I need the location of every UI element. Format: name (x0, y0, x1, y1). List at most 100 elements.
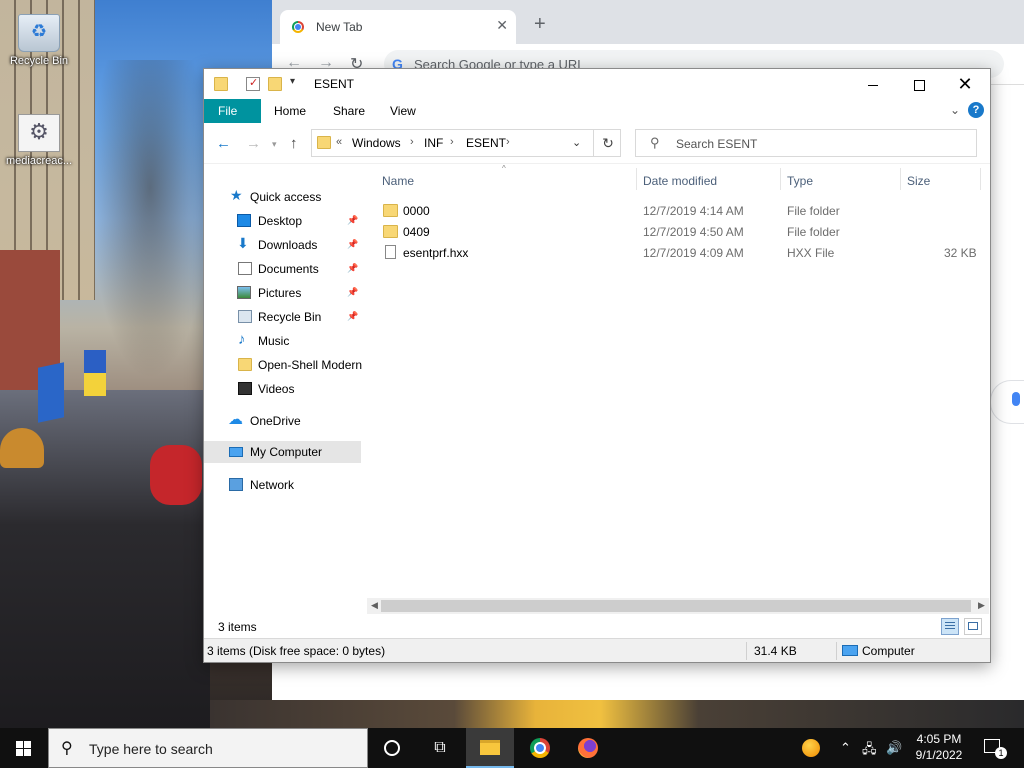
up-arrow-icon[interactable]: ↑ (290, 135, 298, 152)
forward-arrow-icon[interactable]: → (246, 135, 261, 152)
horizontal-scrollbar[interactable]: ◀ ▶ (367, 598, 989, 614)
chevron-right-icon[interactable]: › (506, 136, 510, 148)
pin-icon[interactable]: 📌 (347, 263, 358, 274)
column-divider[interactable] (780, 168, 781, 190)
address-bar[interactable]: « Windows › INF › ESENT › ⌄ ↻ (311, 129, 621, 157)
breadcrumb-inf[interactable]: INF (424, 136, 443, 150)
sidebar-item-documents[interactable]: Documents 📌 (204, 258, 361, 280)
file-type: File folder (787, 225, 840, 239)
close-tab-icon[interactable]: ✕ (496, 17, 508, 34)
scroll-right-icon[interactable]: ▶ (978, 600, 985, 611)
sidebar-item-my-computer[interactable]: My Computer (204, 441, 361, 463)
sidebar-item-onedrive[interactable]: ☁ OneDrive (204, 410, 361, 432)
breadcrumb-windows[interactable]: Windows (352, 136, 401, 150)
chrome-tab-new-tab[interactable]: New Tab ✕ (280, 10, 516, 44)
network-icon (229, 478, 243, 491)
chevron-right-icon[interactable]: › (410, 136, 414, 148)
sidebar-item-recycle-bin[interactable]: Recycle Bin 📌 (204, 306, 361, 328)
sidebar-item-network[interactable]: Network (204, 474, 361, 496)
folder-icon (238, 358, 252, 371)
breadcrumb-esent[interactable]: ESENT (466, 136, 506, 150)
tray-app-icon[interactable] (802, 739, 820, 757)
taskbar-file-explorer[interactable] (466, 728, 514, 768)
minimize-button[interactable] (850, 69, 896, 99)
volume-icon[interactable]: 🔊 (886, 740, 902, 756)
help-button[interactable]: ? (968, 102, 984, 118)
tab-share[interactable]: Share (319, 99, 379, 123)
sidebar-item-label: Music (258, 334, 290, 348)
sort-ascending-icon: ^ (502, 164, 506, 173)
back-arrow-icon[interactable]: ← (216, 135, 231, 152)
address-overflow[interactable]: « (336, 136, 342, 148)
sidebar-item-desktop[interactable]: Desktop 📌 (204, 210, 361, 232)
minimize-icon (868, 84, 878, 86)
properties-icon[interactable] (246, 76, 260, 91)
sidebar-item-downloads[interactable]: ⬇ Downloads 📌 (204, 234, 361, 256)
column-divider[interactable] (980, 168, 981, 190)
pin-icon[interactable]: 📌 (347, 311, 358, 322)
maximize-button[interactable] (896, 69, 942, 99)
pin-icon[interactable]: 📌 (347, 239, 358, 250)
address-history-chevron-icon[interactable]: ⌄ (572, 136, 581, 149)
search-input[interactable]: ⚲ Search ESENT (635, 129, 977, 157)
chrome-tab-strip: New Tab ✕ + (272, 0, 1024, 44)
taskbar-search-input[interactable]: ⚲ Type here to search (48, 728, 368, 768)
column-header-type[interactable]: Type (787, 166, 813, 192)
background-tree (90, 60, 210, 380)
details-view-button[interactable] (941, 618, 959, 635)
new-tab-button[interactable]: + (534, 14, 546, 34)
column-divider[interactable] (636, 168, 637, 190)
selection-size: 31.4 KB (754, 644, 797, 658)
sidebar-item-label: Recycle Bin (258, 310, 322, 324)
file-name: esentprf.hxx (403, 246, 469, 260)
scroll-left-icon[interactable]: ◀ (371, 600, 378, 611)
chevron-right-icon[interactable]: › (450, 136, 454, 148)
windows-logo-icon (16, 741, 31, 756)
new-folder-icon[interactable] (268, 77, 282, 91)
start-button[interactable] (0, 728, 48, 768)
recent-locations-chevron-icon[interactable]: ▾ (272, 139, 277, 150)
expand-ribbon-icon[interactable]: ⌄ (950, 103, 960, 117)
tab-file[interactable]: File (204, 99, 261, 123)
table-row[interactable]: esentprf.hxx 12/7/2019 4:09 AM HXX File … (374, 242, 990, 263)
column-divider[interactable] (900, 168, 901, 190)
pin-icon[interactable]: 📌 (347, 215, 358, 226)
firefox-icon (578, 737, 598, 758)
sidebar-item-music[interactable]: ♪ Music (204, 330, 361, 352)
desktop-icon-media-creation-tool[interactable]: mediacreac... (2, 114, 76, 167)
large-icons-view-button[interactable] (964, 618, 982, 635)
pin-icon[interactable]: 📌 (347, 287, 358, 298)
cloud-icon: ☁ (228, 411, 243, 428)
scrollbar-thumb[interactable] (381, 600, 971, 612)
close-button[interactable]: ✕ (942, 69, 988, 99)
show-hidden-icons-chevron-up-icon[interactable]: ⌃ (840, 740, 851, 756)
media-creation-tool-icon (18, 114, 60, 152)
computer-icon (842, 645, 858, 656)
microphone-icon[interactable] (1012, 392, 1020, 406)
sidebar-item-open-shell-modern[interactable]: Open-Shell Modern (204, 354, 362, 376)
taskbar-firefox[interactable] (564, 728, 612, 768)
table-row[interactable]: 0000 12/7/2019 4:14 AM File folder (374, 200, 990, 221)
tab-home[interactable]: Home (260, 99, 320, 123)
chevron-down-icon[interactable]: ▾ (290, 76, 295, 87)
title-bar[interactable]: ▾ ESENT ✕ (204, 69, 990, 99)
system-clock[interactable]: 4:05 PM 9/1/2022 (910, 731, 968, 763)
table-row[interactable]: 0409 12/7/2019 4:50 AM File folder (374, 221, 990, 242)
column-header-size[interactable]: Size (907, 166, 930, 192)
window-title: ESENT (314, 77, 355, 91)
file-explorer-window[interactable]: ▾ ESENT ✕ File Home Share View ⌄ ? ← → ▾… (203, 68, 991, 663)
tab-view[interactable]: View (376, 99, 430, 123)
desktop-icon-label: Recycle Bin (9, 55, 69, 67)
column-header-name[interactable]: Name (382, 166, 414, 192)
network-tray-icon[interactable]: 🖧 (862, 740, 877, 762)
taskbar-chrome[interactable] (516, 728, 564, 768)
column-header-date-modified[interactable]: Date modified (643, 166, 717, 192)
refresh-button[interactable]: ↻ (593, 130, 622, 156)
sidebar-item-pictures[interactable]: Pictures 📌 (204, 282, 361, 304)
cortana-button[interactable] (368, 728, 416, 768)
sidebar-item-videos[interactable]: Videos (204, 378, 361, 400)
desktop-icon-recycle-bin[interactable]: Recycle Bin (2, 14, 76, 67)
task-view-button[interactable]: ⧉ (416, 728, 464, 768)
sidebar-item-quick-access[interactable]: ★ Quick access (204, 186, 361, 208)
cortana-icon (384, 739, 400, 756)
